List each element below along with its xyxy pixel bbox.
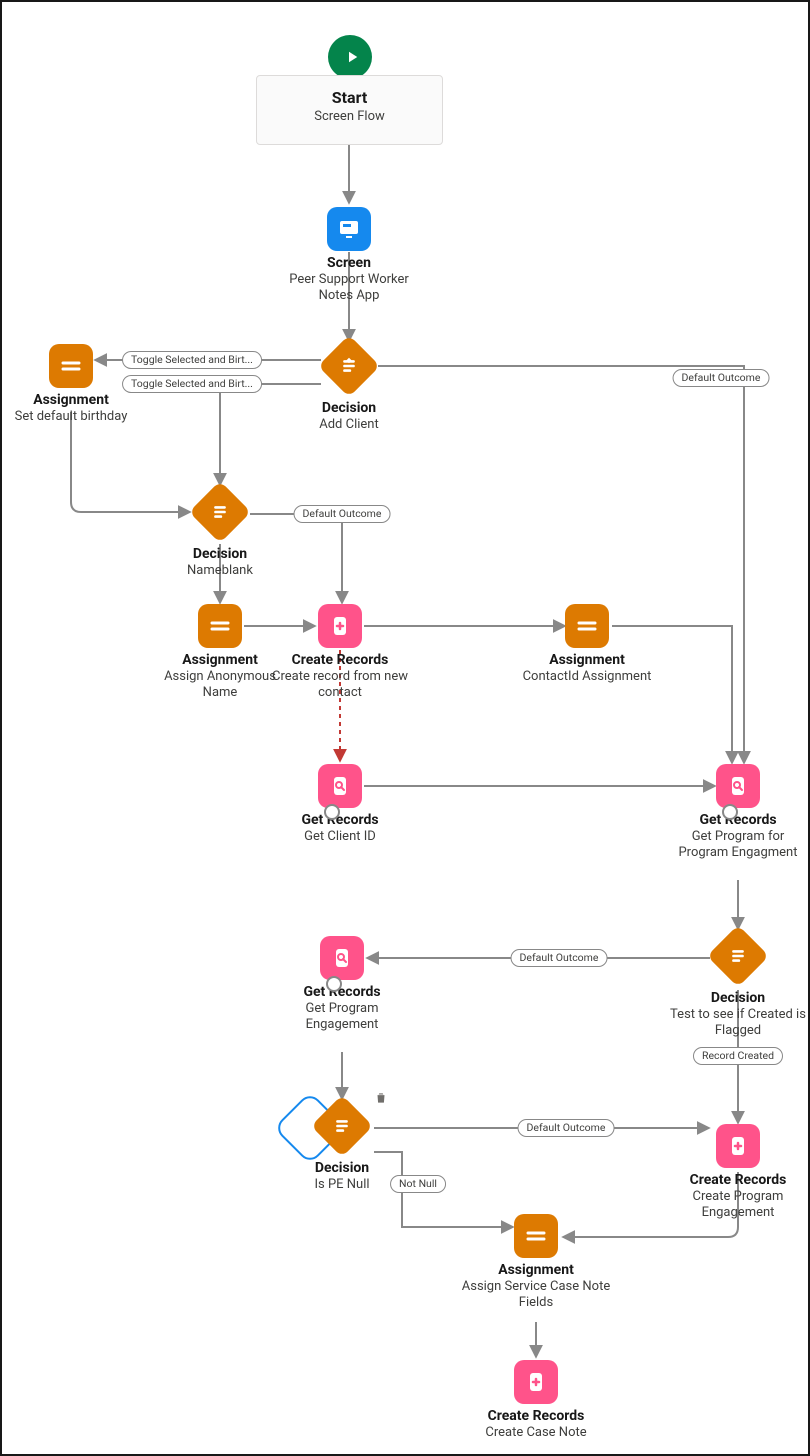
get-clientid-node[interactable]: Get Records Get Client ID [270,764,410,845]
decision-title: Decision [274,400,424,416]
connector-label[interactable]: Toggle Selected and Birt... [122,375,262,393]
start-title: Start [257,88,442,107]
get-records-icon [320,936,364,980]
create-case-node[interactable]: Create Records Create Case Note [461,1360,611,1441]
assignment-title: Assignment [512,652,662,668]
assignment-title: Assignment [461,1262,611,1278]
create-records-title: Create Records [265,652,415,668]
decision-title: Decision [282,1160,402,1176]
assignment-service-node[interactable]: Assignment Assign Service Case Note Fiel… [461,1214,611,1312]
loop-marker-icon [326,976,342,992]
connector-label[interactable]: Toggle Selected and Birt... [122,351,262,369]
connector-label[interactable]: Default Outcome [518,1119,615,1137]
connector-label[interactable]: Default Outcome [511,949,608,967]
assignment-birthday-node[interactable]: Assignment Set default birthday [6,344,136,425]
decision-icon [318,335,380,397]
assignment-icon [198,604,242,648]
assignment-subtitle: Set default birthday [6,409,136,425]
get-program-pe-node[interactable]: Get Records Get Program for Program Enga… [668,764,808,862]
assignment-contactid-node[interactable]: Assignment ContactId Assignment [512,604,662,685]
connector-label[interactable]: Default Outcome [673,369,770,387]
screen-title: Screen [274,255,424,271]
create-records-subtitle: Create Program Engagement [668,1189,808,1222]
create-contact-node[interactable]: Create Records Create record from new co… [265,604,415,702]
get-records-subtitle: Get Client ID [270,829,410,845]
connector-label[interactable]: Record Created [693,1047,783,1065]
get-records-title: Get Records [668,812,808,828]
loop-marker-icon [722,804,738,820]
get-records-icon [716,764,760,808]
decision-subtitle: Nameblank [160,563,280,579]
screen-node[interactable]: Screen Peer Support Worker Notes App [274,207,424,305]
create-pe-node[interactable]: Create Records Create Program Engagement [668,1124,808,1222]
create-records-icon [318,604,362,648]
get-records-icon [318,764,362,808]
start-circle-icon[interactable] [328,35,372,79]
create-records-title: Create Records [461,1408,611,1424]
create-records-title: Create Records [668,1172,808,1188]
assignment-icon [49,344,93,388]
loop-marker-icon [324,804,340,820]
decision-icon [189,481,251,543]
decision-subtitle: Is PE Null [282,1177,402,1193]
decision-icon [311,1095,373,1157]
assignment-subtitle: ContactId Assignment [512,669,662,685]
assignment-subtitle: Assign Service Case Note Fields [461,1279,611,1312]
screen-icon [327,207,371,251]
flow-canvas: Start Screen Flow Screen Peer Support Wo… [0,0,810,1456]
decision-title: Decision [663,990,810,1006]
get-records-subtitle: Get Program Engagement [272,1001,412,1034]
decision-subtitle: Test to see if Created is Flagged [663,1007,810,1040]
start-node[interactable]: Start Screen Flow [256,75,443,145]
decision-penull-node[interactable]: Decision Is PE Null [282,1100,402,1193]
create-records-icon [716,1124,760,1168]
create-records-subtitle: Create Case Note [461,1425,611,1441]
get-pe-node[interactable]: Get Records Get Program Engagement [272,936,412,1034]
get-records-title: Get Records [270,812,410,828]
create-records-subtitle: Create record from new contact [265,669,415,702]
assignment-icon [514,1214,558,1258]
assignment-icon [565,604,609,648]
create-records-icon [514,1360,558,1404]
delete-icon[interactable] [374,1090,388,1104]
assignment-title: Assignment [6,392,136,408]
decision-created-node[interactable]: Decision Test to see if Created is Flagg… [663,930,810,1040]
get-records-title: Get Records [272,984,412,1000]
get-records-subtitle: Get Program for Program Engagment [668,829,808,862]
decision-title: Decision [160,546,280,562]
decision-nameblank-node[interactable]: Decision Nameblank [160,486,280,579]
screen-subtitle: Peer Support Worker Notes App [274,272,424,305]
decision-icon [707,925,769,987]
decision-subtitle: Add Client [274,417,424,433]
connector-label[interactable]: Not Null [390,1175,446,1193]
start-subtitle: Screen Flow [257,109,442,124]
decision-add-client-node[interactable]: Decision Add Client [274,340,424,433]
connector-label[interactable]: Default Outcome [294,505,391,523]
